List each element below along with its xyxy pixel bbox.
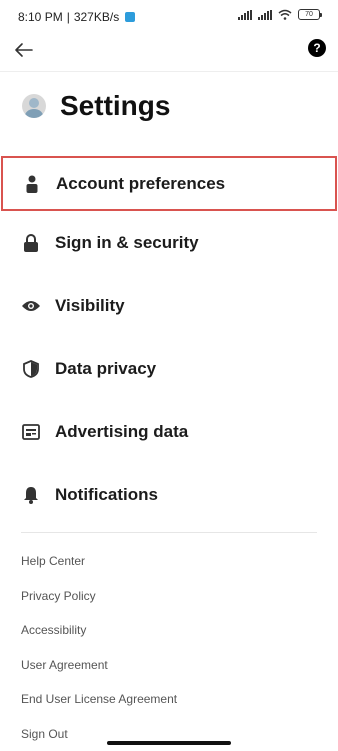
status-left: 8:10 PM | 327KB/s: [18, 10, 136, 24]
page-title: Settings: [60, 90, 171, 121]
settings-item-advertising-data[interactable]: Advertising data: [0, 400, 338, 463]
settings-item-label: Notifications: [55, 484, 158, 504]
avatar[interactable]: [22, 94, 46, 118]
eula-link[interactable]: End User License Agreement: [21, 684, 177, 719]
person-icon: [22, 174, 42, 194]
signal-icon-2: [258, 9, 272, 20]
home-indicator[interactable]: [107, 741, 231, 745]
settings-item-label: Data privacy: [55, 358, 157, 378]
settings-list: Account preferences Sign in & security V…: [0, 150, 338, 526]
back-arrow-icon[interactable]: [12, 38, 36, 62]
privacy-policy-link[interactable]: Privacy Policy: [21, 581, 177, 616]
divider: [21, 532, 317, 533]
settings-item-label: Advertising data: [55, 421, 189, 441]
battery-icon: 70: [298, 9, 322, 20]
user-agreement-link[interactable]: User Agreement: [21, 650, 177, 685]
settings-item-label: Visibility: [55, 295, 125, 315]
status-right: 70: [238, 9, 322, 20]
signal-icon: [238, 9, 252, 20]
settings-item-label: Account preferences: [56, 173, 226, 193]
accessibility-link[interactable]: Accessibility: [21, 615, 177, 650]
shield-icon: [21, 359, 41, 379]
settings-header: Settings: [22, 90, 170, 122]
status-network-speed: 327KB/s: [73, 10, 120, 24]
settings-item-visibility[interactable]: Visibility: [0, 274, 338, 337]
settings-item-data-privacy[interactable]: Data privacy: [0, 337, 338, 400]
settings-item-account-preferences[interactable]: Account preferences: [1, 156, 337, 211]
help-center-link[interactable]: Help Center: [21, 546, 177, 581]
sign-out-link[interactable]: Sign Out: [21, 719, 177, 751]
footer-links: Help Center Privacy Policy Accessibility…: [21, 546, 177, 751]
bell-icon: [21, 485, 41, 505]
status-separator: |: [66, 10, 70, 24]
settings-item-notifications[interactable]: Notifications: [0, 463, 338, 526]
eye-icon: [21, 296, 41, 316]
ad-card-icon: [21, 422, 41, 442]
settings-item-sign-in-security[interactable]: Sign in & security: [0, 211, 338, 274]
settings-item-label: Sign in & security: [55, 232, 199, 252]
lock-icon: [21, 233, 41, 253]
top-app-bar: ?: [0, 34, 338, 72]
notification-badge-icon: [125, 12, 136, 22]
help-icon[interactable]: ?: [308, 39, 326, 57]
status-time: 8:10 PM: [18, 10, 63, 24]
status-bar: 8:10 PM | 327KB/s 70: [0, 0, 338, 34]
wifi-icon: [278, 9, 292, 20]
